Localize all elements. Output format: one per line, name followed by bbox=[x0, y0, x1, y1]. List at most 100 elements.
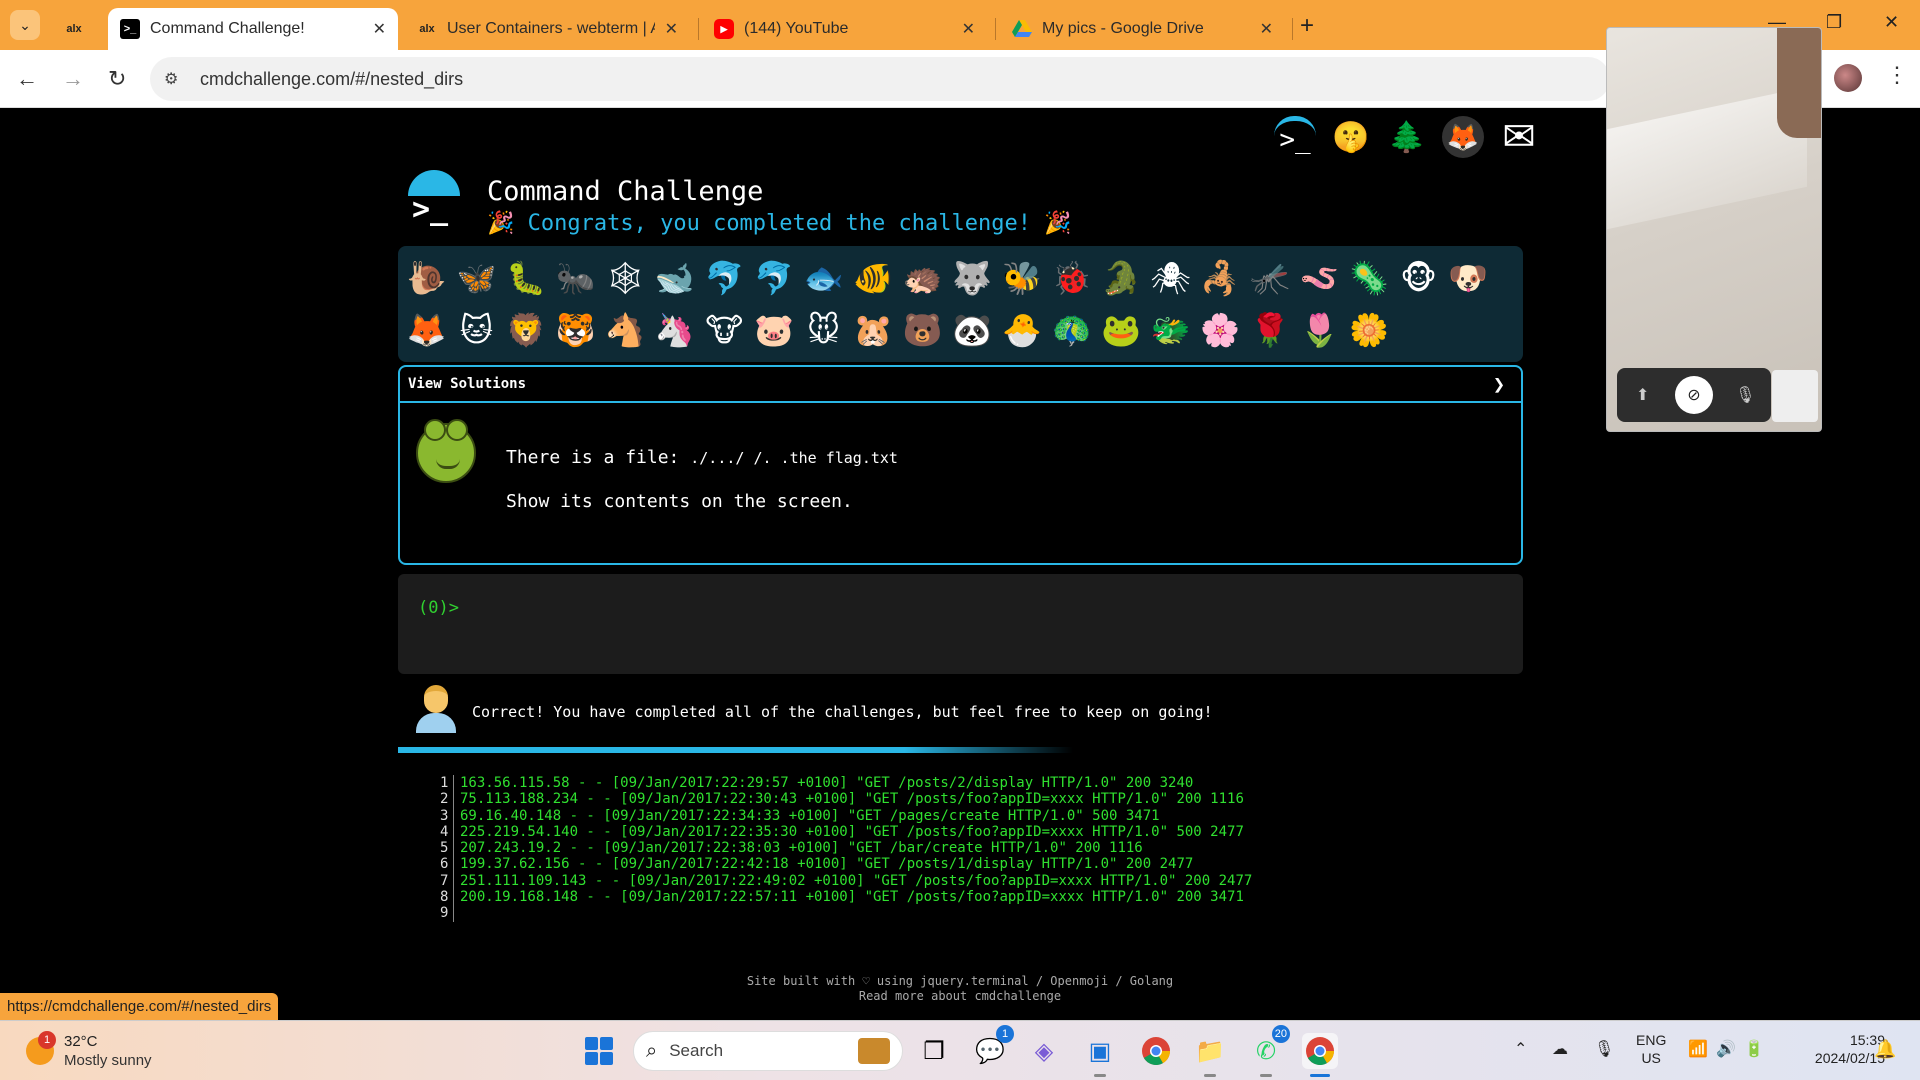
challenge-emoji-icon[interactable]: 🐌 bbox=[402, 252, 452, 304]
microphone-tray-icon[interactable]: 🎙 bbox=[1594, 1039, 1614, 1059]
challenge-emoji-icon[interactable]: 🐶 bbox=[1443, 252, 1493, 304]
close-tab-icon[interactable]: ✕ bbox=[373, 19, 386, 39]
restore-icon[interactable]: ❐ bbox=[1826, 12, 1842, 33]
gitlab-icon[interactable]: 🦊 bbox=[1442, 116, 1484, 158]
challenge-emoji-icon[interactable]: 🐛 bbox=[501, 252, 551, 304]
challenge-emoji-icon[interactable]: 🦠 bbox=[1344, 252, 1394, 304]
challenge-emoji-icon[interactable]: 🐊 bbox=[1096, 252, 1146, 304]
search-icon: ⌕ bbox=[646, 1039, 658, 1062]
challenge-emoji-icon[interactable]: 🌼 bbox=[1344, 304, 1394, 356]
challenge-emoji-icon[interactable]: 🐯 bbox=[551, 304, 601, 356]
chrome-profile-icon[interactable] bbox=[1302, 1033, 1338, 1077]
header-icon-links: >_ 🤫 🌲 🦊 ✉ bbox=[1274, 115, 1540, 159]
tab-search-button[interactable]: ⌄ bbox=[10, 10, 40, 40]
challenge-emoji-icon[interactable]: 🦋 bbox=[452, 252, 502, 304]
footer-credits[interactable]: Site built with ♡ using jquery.terminal … bbox=[0, 974, 1920, 988]
challenge-emoji-icon[interactable]: 🕸 bbox=[600, 252, 650, 304]
terminal-input[interactable]: (0)> bbox=[398, 574, 1523, 674]
shushing-face-icon[interactable]: 🤫 bbox=[1330, 116, 1372, 158]
copilot-icon[interactable]: ◈ bbox=[1026, 1033, 1062, 1069]
challenge-emoji-icon[interactable]: 🐼 bbox=[948, 304, 998, 356]
challenge-emoji-icon[interactable]: 🦟 bbox=[1245, 252, 1295, 304]
emoji-row: 🦊 🐱 🦁 🐯 🐴 🦄 🐮 🐷 🐭 🐹 🐻 🐼 🐣 🦚 🐸 🐲 🌸 🌹 🌷 🌼 bbox=[402, 304, 1519, 356]
store-icon[interactable]: ▣ bbox=[1082, 1033, 1118, 1077]
challenge-emoji-icon[interactable]: 🐠 bbox=[848, 252, 898, 304]
challenge-emoji-icon[interactable]: 🌸 bbox=[1196, 304, 1246, 356]
challenge-emoji-icon[interactable]: 🦔 bbox=[898, 252, 948, 304]
challenge-emoji-icon[interactable]: 🦊 bbox=[402, 304, 452, 356]
windows-start-icon[interactable] bbox=[585, 1037, 613, 1065]
more-menu-icon[interactable]: ⋮ bbox=[1886, 62, 1908, 88]
whatsapp-icon[interactable]: ✆ 20 bbox=[1248, 1025, 1290, 1077]
close-tab-icon[interactable]: ✕ bbox=[665, 19, 678, 39]
wifi-icon[interactable]: 📶 bbox=[1688, 1039, 1708, 1059]
challenge-emoji-icon[interactable]: 🐲 bbox=[1146, 304, 1196, 356]
task-view-icon[interactable]: ❐ bbox=[916, 1033, 952, 1069]
tab-google-drive[interactable]: My pics - Google Drive ✕ bbox=[1000, 8, 1285, 50]
challenge-emoji-icon[interactable]: 🦂 bbox=[1196, 252, 1246, 304]
profile-avatar[interactable] bbox=[1834, 64, 1862, 92]
battery-icon[interactable]: 🔋 bbox=[1744, 1039, 1764, 1059]
challenge-emoji-icon[interactable]: 🐝 bbox=[997, 252, 1047, 304]
challenge-emoji-icon[interactable]: 🪱 bbox=[1295, 252, 1345, 304]
challenge-emoji-icon[interactable]: 🦚 bbox=[1047, 304, 1097, 356]
chevron-up-icon[interactable]: ⌃ bbox=[1514, 1039, 1527, 1059]
microphone-icon[interactable]: 🎙 bbox=[1726, 376, 1764, 414]
challenge-emoji-icon[interactable]: 🐜 bbox=[551, 252, 601, 304]
challenge-emoji-icon[interactable]: 🐭 bbox=[799, 304, 849, 356]
challenge-emoji-icon[interactable]: 🐣 bbox=[997, 304, 1047, 356]
challenge-emoji-icon[interactable]: 🐞 bbox=[1047, 252, 1097, 304]
footer-about-link[interactable]: Read more about cmdchallenge bbox=[0, 989, 1920, 1003]
tab-alx-pinned[interactable]: alx bbox=[52, 8, 102, 50]
challenge-emoji-icon[interactable]: 🐱 bbox=[452, 304, 502, 356]
challenge-emoji-icon[interactable]: 🐮 bbox=[700, 304, 750, 356]
weather-widget[interactable]: 1 32°C Mostly sunny bbox=[26, 1031, 196, 1071]
reload-icon[interactable]: ↻ bbox=[108, 66, 126, 92]
address-bar[interactable]: ⚙ cmdchallenge.com/#/nested_dirs bbox=[150, 57, 1610, 101]
new-tab-button[interactable]: + bbox=[1300, 12, 1314, 40]
challenge-emoji-icon[interactable]: 🐬 bbox=[700, 252, 750, 304]
video-call-overlay[interactable]: ⬆ ⊘ 🎙 bbox=[1606, 27, 1822, 432]
share-screen-icon[interactable]: ⬆ bbox=[1624, 376, 1662, 414]
taskbar-search[interactable]: ⌕ Search bbox=[633, 1031, 903, 1071]
challenge-emoji-icon[interactable]: 🐬 bbox=[749, 252, 799, 304]
challenge-emoji-icon[interactable]: 🦁 bbox=[501, 304, 551, 356]
challenge-emoji-icon[interactable]: 🐸 bbox=[1096, 304, 1146, 356]
challenge-emoji-icon[interactable]: 🌷 bbox=[1295, 304, 1345, 356]
challenge-emoji-icon[interactable]: 🐵 bbox=[1394, 252, 1444, 304]
challenge-emoji-icon[interactable]: 🐟 bbox=[799, 252, 849, 304]
site-settings-icon[interactable]: ⚙ bbox=[164, 69, 186, 89]
chevron-right-icon[interactable]: ❯ bbox=[1493, 372, 1505, 396]
mail-icon[interactable]: ✉ bbox=[1498, 115, 1540, 159]
back-arrow-icon[interactable]: ← bbox=[16, 66, 38, 92]
onedrive-icon[interactable]: ☁ bbox=[1552, 1039, 1568, 1059]
forward-arrow-icon[interactable]: → bbox=[62, 66, 84, 92]
challenge-emoji-icon[interactable]: 🕷 bbox=[1146, 252, 1196, 304]
notification-bell-icon[interactable]: 🔔 bbox=[1874, 1039, 1896, 1060]
close-tab-icon[interactable]: ✕ bbox=[1260, 19, 1273, 39]
tree-icon[interactable]: 🌲 bbox=[1386, 116, 1428, 158]
teams-icon[interactable]: 💬 1 bbox=[972, 1025, 1014, 1069]
close-window-icon[interactable]: ✕ bbox=[1884, 12, 1899, 33]
challenge-emoji-icon[interactable]: 🐹 bbox=[848, 304, 898, 356]
tab-user-containers[interactable]: alx User Containers - webterm | ALX ✕ bbox=[405, 8, 690, 50]
close-tab-icon[interactable]: ✕ bbox=[962, 19, 975, 39]
view-solutions-header[interactable]: View Solutions ❯ bbox=[400, 367, 1521, 403]
tab-command-challenge[interactable]: >_ Command Challenge! ✕ bbox=[108, 8, 398, 50]
challenge-emoji-icon[interactable]: 🐺 bbox=[948, 252, 998, 304]
challenge-emoji-icon[interactable]: 🐋 bbox=[650, 252, 700, 304]
language-indicator[interactable]: ENG US bbox=[1636, 1031, 1666, 1067]
challenge-emoji-icon[interactable]: 🐷 bbox=[749, 304, 799, 356]
terminal-icon[interactable]: >_ bbox=[1274, 116, 1316, 158]
challenge-emoji-icon[interactable]: 🐴 bbox=[600, 304, 650, 356]
url-text[interactable]: cmdchallenge.com/#/nested_dirs bbox=[200, 69, 463, 90]
system-clock[interactable]: 15:39 2024/02/15 bbox=[1785, 1031, 1885, 1067]
challenge-emoji-icon[interactable]: 🦄 bbox=[650, 304, 700, 356]
camera-off-icon[interactable]: ⊘ bbox=[1674, 376, 1713, 414]
volume-icon[interactable]: 🔊 bbox=[1716, 1039, 1736, 1059]
chrome-icon[interactable] bbox=[1138, 1033, 1174, 1069]
file-explorer-icon[interactable]: 📁 bbox=[1192, 1033, 1228, 1077]
tab-youtube[interactable]: ▶ (144) YouTube ✕ bbox=[702, 8, 987, 50]
challenge-emoji-icon[interactable]: 🌹 bbox=[1245, 304, 1295, 356]
challenge-emoji-icon[interactable]: 🐻 bbox=[898, 304, 948, 356]
